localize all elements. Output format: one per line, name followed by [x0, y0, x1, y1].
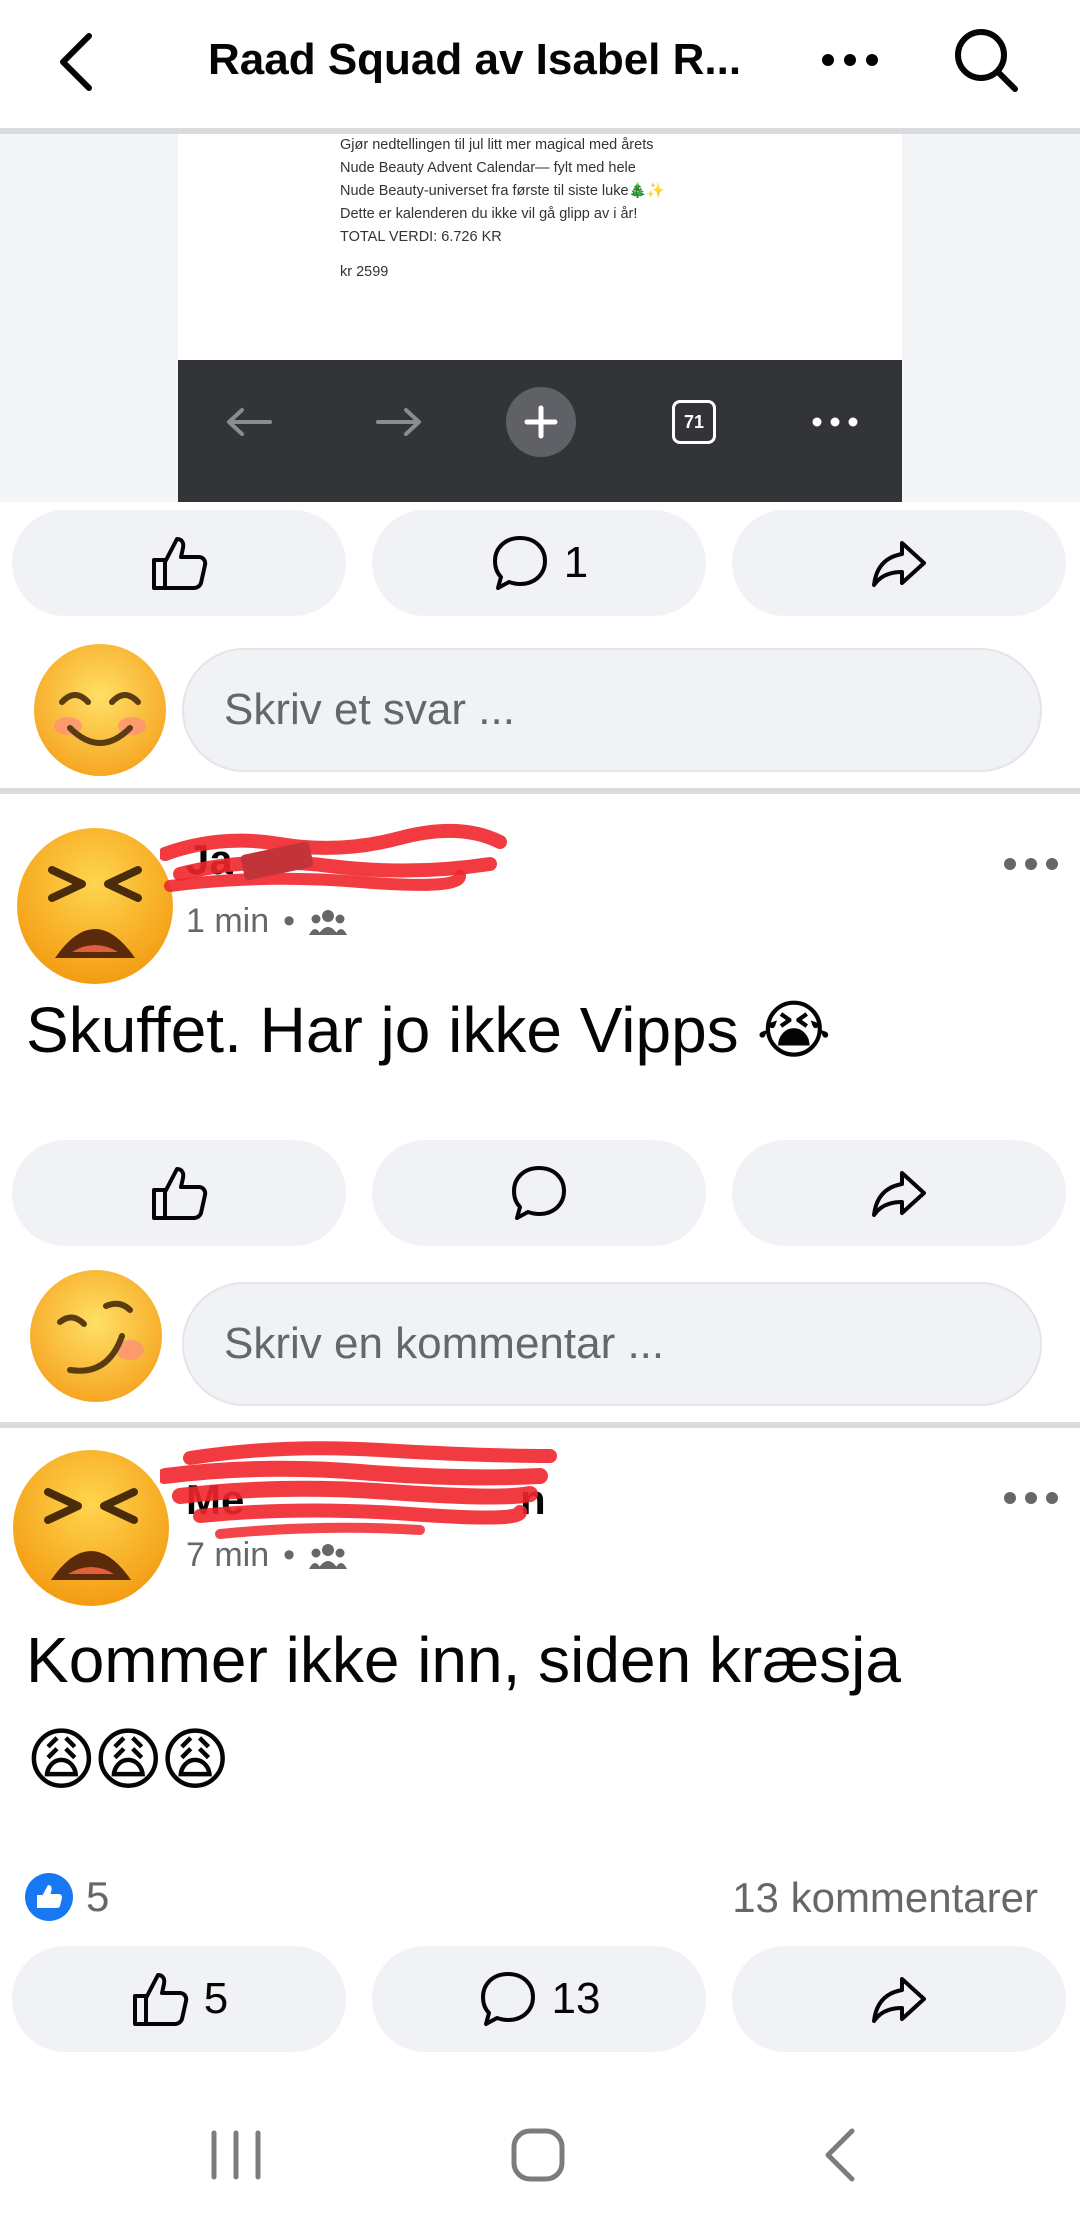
thumbs-up-icon [132, 1973, 188, 2026]
thumbs-up-icon [152, 537, 208, 590]
comment-icon [492, 536, 547, 590]
like-button[interactable] [12, 510, 346, 616]
image-text-line: Dette er kalenderen du ikke vil gå glipp… [340, 206, 638, 222]
browser-toolbar: 71 [178, 360, 902, 502]
comment-icon [512, 1166, 566, 1220]
browser-new-tab-icon [504, 387, 578, 457]
share-icon [872, 541, 926, 587]
image-price: kr 2599 [340, 264, 389, 280]
home-icon [511, 2128, 565, 2182]
share-icon [872, 1171, 926, 1217]
comment-meta: 1 min • [186, 902, 348, 941]
section-divider [0, 1422, 1080, 1428]
meta-separator-dot: • [283, 1536, 296, 1574]
system-back-button[interactable] [790, 2110, 890, 2200]
comment-button[interactable] [372, 1140, 706, 1246]
like-button[interactable]: 5 [12, 1946, 346, 2052]
browser-back-icon [214, 390, 284, 454]
like-button[interactable] [12, 1140, 346, 1246]
home-button[interactable] [488, 2110, 588, 2200]
browser-menu-icon [800, 390, 870, 454]
search-icon [955, 29, 1018, 92]
comments-count-link[interactable]: 13 kommentarer [732, 1874, 1038, 1922]
top-bar: Raad Squad av Isabel R... [0, 0, 1080, 128]
group-audience-icon [309, 909, 348, 935]
reply-input[interactable]: Skriv et svar ... [182, 648, 1042, 772]
chevron-left-icon [825, 2128, 855, 2182]
more-options-button[interactable] [810, 30, 890, 90]
tired-face-icon [17, 828, 173, 984]
more-horizontal-icon [822, 54, 878, 66]
comment-text: Kommer ikke inn, siden kræsja [26, 1624, 901, 1696]
more-horizontal-icon [1004, 858, 1058, 870]
meta-separator-dot: • [283, 902, 296, 940]
image-text-line: Gjør nedtellingen til jul litt mer magic… [340, 137, 654, 153]
like-count: 5 [203, 1974, 229, 2023]
comment-button[interactable]: 1 [372, 510, 706, 616]
image-text-line: Nude Beauty Advent Calendar— fylt med he… [340, 160, 636, 176]
comment-count: 13 [551, 1974, 601, 2023]
recent-apps-icon [211, 2130, 261, 2180]
browser-tabs-icon: 71 [664, 390, 724, 454]
more-horizontal-icon [1004, 1492, 1058, 1504]
comment-meta: 7 min • [186, 1536, 348, 1575]
comment-time: 7 min [186, 1536, 270, 1574]
thumbs-up-icon [152, 1167, 208, 1220]
recent-apps-button[interactable] [186, 2110, 286, 2200]
image-text-line: Nude Beauty-universet fra første til sis… [340, 183, 665, 199]
user-avatar[interactable] [30, 640, 170, 780]
system-navigation-bar [0, 2080, 1080, 2228]
commenter-avatar[interactable] [10, 818, 180, 988]
share-button[interactable] [732, 510, 1066, 616]
comment-text: Skuffet. Har jo ikke Vipps 😭 [26, 994, 832, 1066]
comment-time: 1 min [186, 902, 270, 940]
share-icon [872, 1977, 926, 2023]
chevron-left-icon [60, 33, 92, 91]
winking-face-icon [30, 1270, 162, 1402]
redaction-scribble [160, 1441, 557, 1539]
back-button[interactable] [40, 22, 110, 102]
comment-emojis: 😩😩😩 [26, 1722, 231, 1798]
comment-icon [480, 1972, 535, 2026]
tired-face-icon [13, 1450, 169, 1606]
reaction-count: 5 [86, 1873, 110, 1920]
user-avatar[interactable] [26, 1266, 166, 1406]
post-image[interactable]: Gjør nedtellingen til jul litt mer magic… [178, 134, 902, 502]
browser-forward-icon [364, 390, 434, 454]
comment-button[interactable]: 13 [372, 1946, 706, 2052]
commenter-avatar[interactable] [6, 1440, 176, 1610]
section-divider [0, 788, 1080, 794]
comment-options-button[interactable] [996, 844, 1066, 884]
comment-count: 1 [563, 538, 589, 587]
post-image-text: Gjør nedtellingen til jul litt mer magic… [340, 134, 880, 249]
group-audience-icon [309, 1543, 348, 1569]
share-button[interactable] [732, 1140, 1066, 1246]
smiling-face-icon [34, 644, 166, 776]
reaction-summary[interactable]: 5 [24, 1872, 109, 1922]
redaction-scribble [160, 823, 507, 892]
comment-options-button[interactable] [996, 1478, 1066, 1518]
comment-input[interactable]: Skriv en kommentar ... [182, 1282, 1042, 1406]
group-title: Raad Squad av Isabel R... [208, 35, 742, 84]
share-button[interactable] [732, 1946, 1066, 2052]
image-text-line: TOTAL VERDI: 6.726 KR [340, 229, 502, 245]
like-reaction-icon [25, 1873, 73, 1921]
search-button[interactable] [946, 20, 1026, 100]
browser-tab-count: 71 [672, 400, 716, 444]
